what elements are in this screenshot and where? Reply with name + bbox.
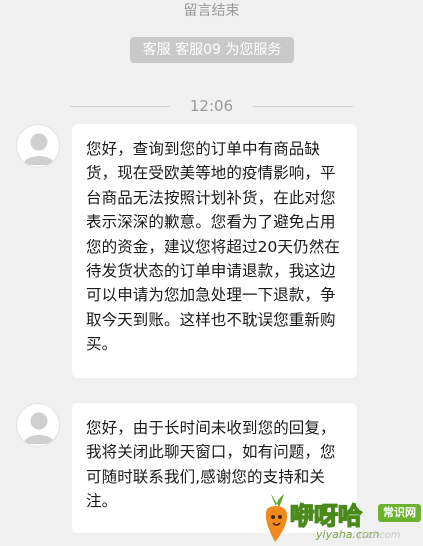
watermark-badge: 常识网 [378,504,421,522]
agent-assigned-notice: 客服 客服09 为您服务 [130,37,294,63]
watermark: 咿呀哈 常识网 yiyaha.com pzd.com [262,492,423,546]
message-bubble: 您好，查询到您的订单中有商品缺货，现在受欧美等地的疫情影响，平台商品无法按照计划… [72,124,357,378]
default-avatar-icon [23,412,55,444]
watermark-faint-text: pzd.com [358,530,401,541]
default-avatar-icon [23,133,55,165]
chat-ended-notice: 留言结束 [183,3,240,19]
watermark-brand: 咿呀哈 [289,501,363,531]
divider-line-left [70,106,170,107]
agent-avatar[interactable] [16,124,60,168]
timestamp-divider: 12:06 [0,96,423,116]
carrot-logo-icon [265,494,288,542]
divider-line-right [253,106,353,107]
agent-avatar[interactable] [16,403,60,447]
message-timestamp: 12:06 [189,97,234,115]
